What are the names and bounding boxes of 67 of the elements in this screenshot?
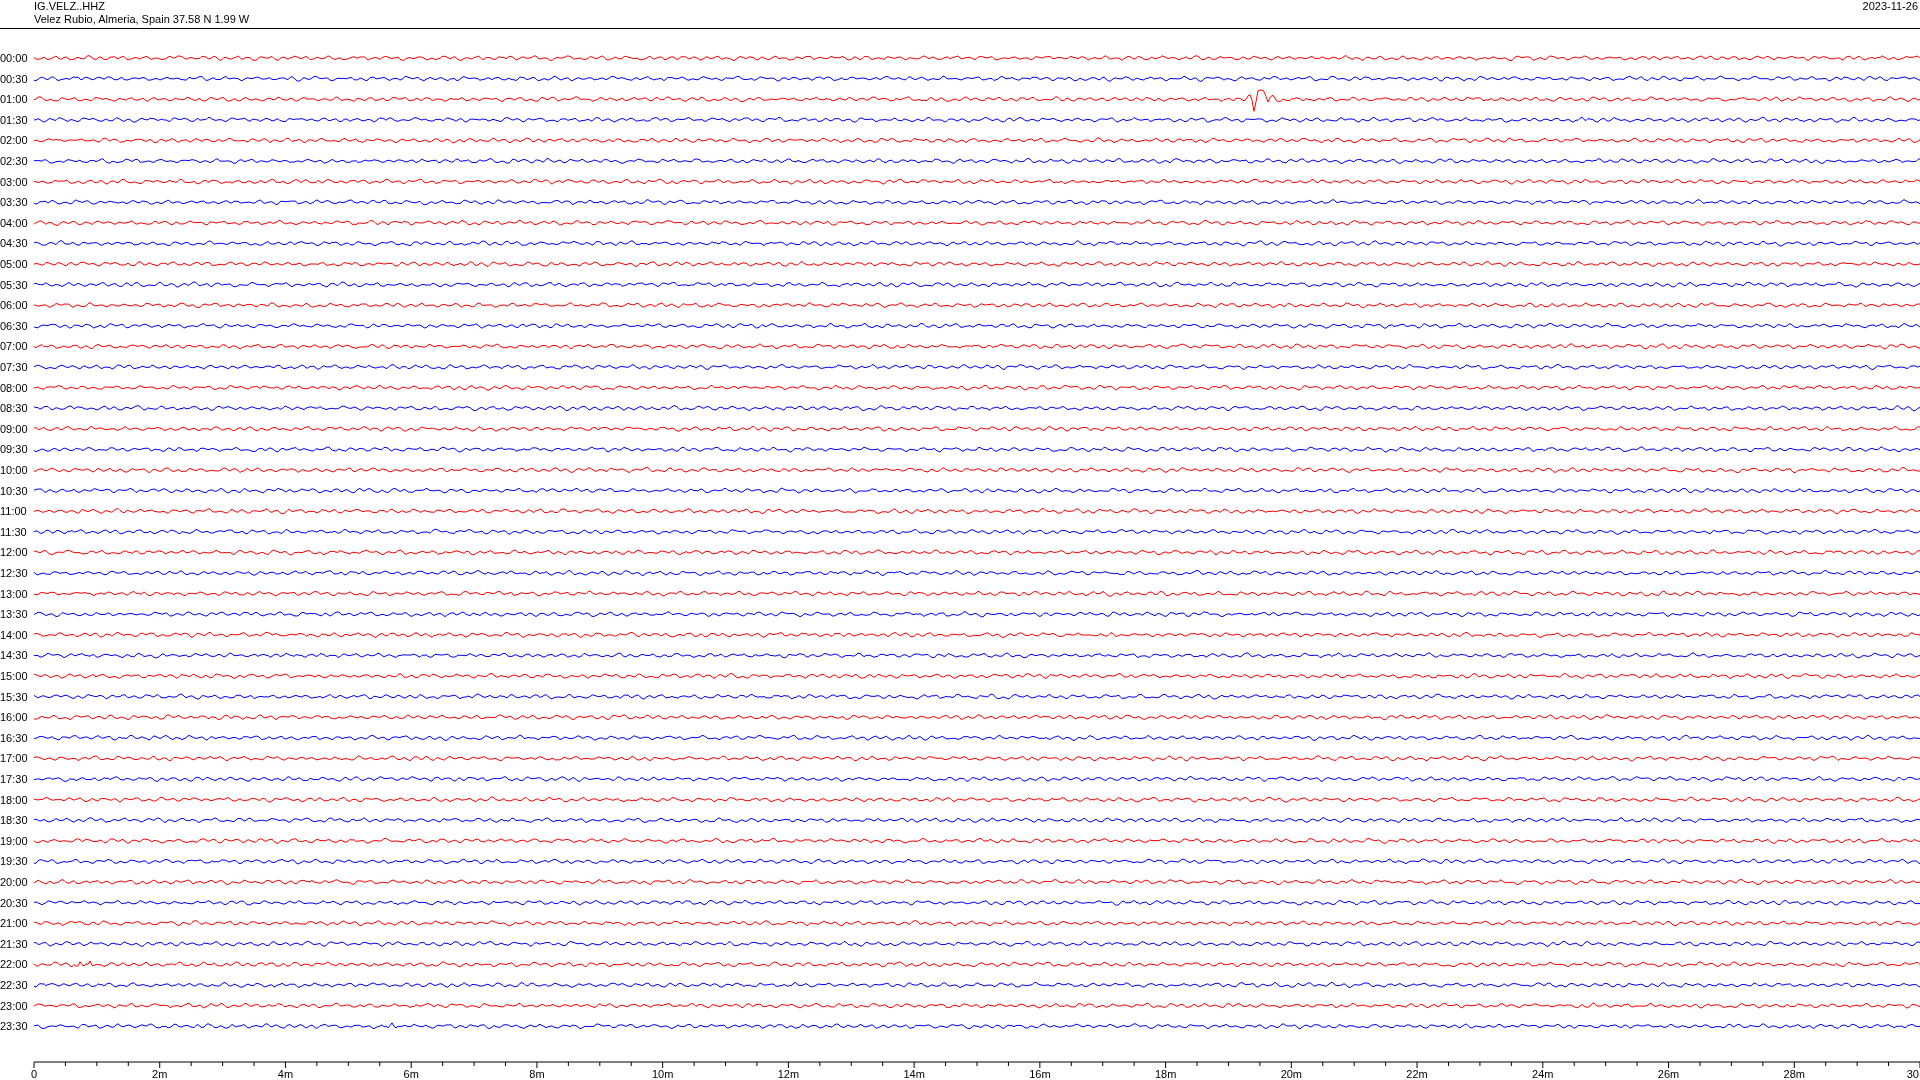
time-label: 17:00 bbox=[0, 752, 28, 765]
time-label: 22:30 bbox=[0, 979, 28, 991]
time-label: 11:30 bbox=[0, 525, 27, 538]
axis-label: 16m bbox=[1029, 1068, 1051, 1080]
axis-label: 24m bbox=[1532, 1068, 1554, 1080]
time-label: 20:30 bbox=[0, 896, 28, 909]
time-label: 18:30 bbox=[0, 814, 28, 827]
time-label: 12:00 bbox=[0, 546, 28, 559]
time-label: 00:00 bbox=[0, 52, 28, 64]
station-location: Velez Rubio, Almeria, Spain 37.58 N 1.99 W bbox=[34, 13, 250, 26]
time-label: 14:00 bbox=[0, 628, 28, 641]
time-label: 08:00 bbox=[0, 381, 28, 394]
axis-label: 22m bbox=[1406, 1068, 1428, 1080]
axis-label: 12m bbox=[777, 1068, 800, 1080]
time-label: 11:00 bbox=[0, 505, 27, 518]
time-label: 09:30 bbox=[0, 443, 28, 456]
time-label: 23:00 bbox=[0, 999, 28, 1012]
time-label: 16:30 bbox=[0, 731, 28, 744]
axis-label: 30 bbox=[1906, 1068, 1919, 1080]
time-label: 03:30 bbox=[0, 196, 28, 209]
time-label: 15:30 bbox=[0, 690, 28, 703]
axis-label: 18m bbox=[1154, 1068, 1177, 1080]
time-label: 01:30 bbox=[0, 113, 28, 126]
axis-label: 0 bbox=[30, 1068, 38, 1080]
time-label: 23:30 bbox=[0, 1020, 28, 1033]
axis-label: 28m bbox=[1783, 1068, 1805, 1080]
time-label: 09:00 bbox=[0, 422, 28, 435]
time-label: 01:00 bbox=[0, 93, 28, 106]
plot-date: 2023-11-26 bbox=[1862, 0, 1919, 13]
axis-label: 14m bbox=[903, 1068, 925, 1080]
axis-label: 26m bbox=[1657, 1068, 1680, 1080]
time-label: 05:00 bbox=[0, 258, 28, 270]
time-label: 02:00 bbox=[0, 134, 28, 147]
time-label: 13:30 bbox=[0, 608, 28, 621]
axis-label: 6m bbox=[403, 1068, 419, 1080]
time-label: 18:00 bbox=[0, 793, 28, 806]
axis-label: 4m bbox=[277, 1068, 294, 1080]
time-label: 20:00 bbox=[0, 876, 28, 888]
time-label: 06:30 bbox=[0, 319, 28, 332]
time-label: 04:00 bbox=[0, 216, 28, 229]
axis-label: 2m bbox=[152, 1068, 168, 1080]
time-label: 22:00 bbox=[0, 958, 28, 971]
time-label: 03:00 bbox=[0, 175, 28, 188]
time-label: 07:00 bbox=[0, 340, 28, 353]
time-label: 10:30 bbox=[0, 484, 28, 497]
time-label: 08:30 bbox=[0, 402, 28, 415]
time-label: 15:00 bbox=[0, 670, 28, 682]
time-label: 12:30 bbox=[0, 567, 28, 579]
time-label: 05:30 bbox=[0, 278, 28, 291]
time-label: 16:00 bbox=[0, 711, 28, 724]
time-label: 14:30 bbox=[0, 649, 28, 662]
time-label: 00:30 bbox=[0, 72, 28, 85]
time-label: 02:30 bbox=[0, 155, 28, 167]
station-code: IG.VELZ..HHZ bbox=[34, 0, 106, 13]
time-label: 19:00 bbox=[0, 834, 28, 847]
time-label: 06:00 bbox=[0, 299, 28, 312]
time-label: 07:30 bbox=[0, 361, 28, 373]
time-label: 04:30 bbox=[0, 237, 28, 250]
axis-label: 20m bbox=[1280, 1068, 1303, 1080]
axis-label: 8m bbox=[529, 1068, 545, 1080]
time-label: 13:00 bbox=[0, 587, 28, 600]
time-label: 21:30 bbox=[0, 937, 28, 950]
time-label: 19:30 bbox=[0, 855, 28, 868]
time-label: 17:30 bbox=[0, 773, 28, 785]
time-label: 21:00 bbox=[0, 917, 28, 930]
axis-label: 10m bbox=[651, 1068, 674, 1080]
time-label: 10:00 bbox=[0, 464, 28, 476]
